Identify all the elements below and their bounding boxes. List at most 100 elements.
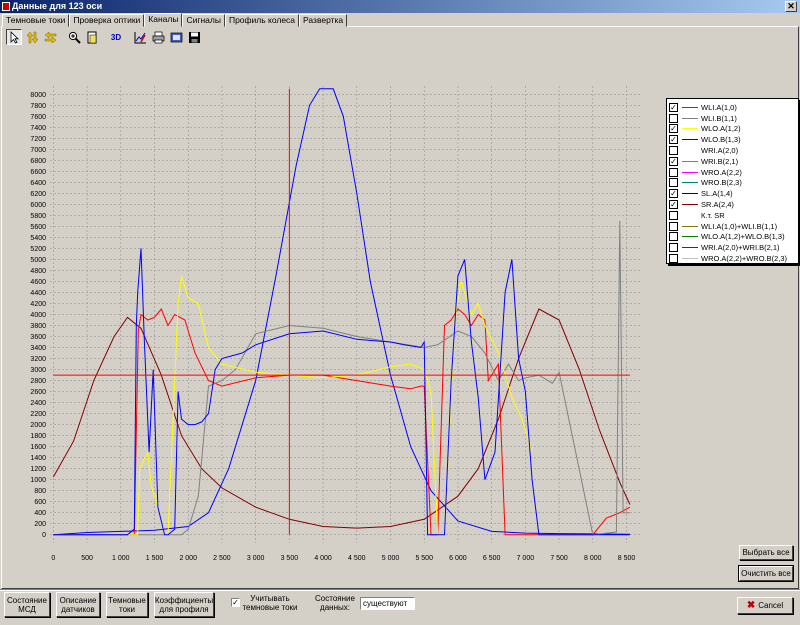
pointer-icon[interactable] [6,29,22,45]
legend-checkbox[interactable]: ✓ [669,200,678,210]
legend-item[interactable]: WRO.A(2,2)+WRO.B(2,3) [667,253,798,264]
app-icon [2,2,10,11]
legend-color-swatch [682,182,698,184]
profile-coefficients-button[interactable]: Коэффициенты для профиля [154,592,214,617]
chart-toolbar: 3D [6,29,202,47]
dark-currents-checkbox-label-2: темновые токи [242,603,298,612]
legend-item[interactable]: ✓ WLI.A(1,0) [667,102,798,113]
legend-label: WRO.B(2,3) [701,178,742,188]
window-close-button[interactable]: ✕ [785,1,797,12]
legend-item[interactable]: WLI.B(1,1) [667,113,798,124]
legend-color-swatch [682,171,698,173]
legend-color-swatch [682,214,698,216]
legend-item[interactable]: WLI.A(1,0)+WLI.B(1,1) [667,221,798,232]
legend-label: SR.A(2,4) [701,200,734,210]
legend-item[interactable]: WRO.A(2,2) [667,167,798,178]
legend-checkbox[interactable] [669,113,678,123]
bottom-separator [0,589,800,591]
msd-state-label-2: МСД [18,604,36,614]
legend-checkbox[interactable]: ✓ [669,156,678,166]
legend-label: WLO.B(1,3) [701,135,741,145]
legend-color-swatch [682,160,698,162]
legend-checkbox[interactable] [669,210,678,220]
dark-currents-button[interactable]: Темновые токи [106,592,148,617]
legend-label: WRI.B(2,1) [701,156,739,166]
tab-5[interactable]: Развертка [299,14,348,27]
dark-currents-checkbox[interactable]: ✓ [231,598,240,607]
tab-2[interactable]: Каналы [144,13,183,27]
legend-label: WRO.A(2,2) [701,167,742,177]
profile-coefficients-label-2: для профиля [159,604,209,614]
legend-color-swatch [682,236,698,238]
sensor-description-button[interactable]: Описание датчиков [56,592,100,617]
legend-item[interactable]: ✓ WRI.B(2,1) [667,156,798,167]
data-state-field[interactable]: существуют [360,597,415,610]
msd-state-button[interactable]: Состояние МСД [4,592,50,617]
legend-checkbox[interactable]: ✓ [669,124,678,134]
legend-item[interactable]: WLO.A(1,2)+WLO.B(1,3) [667,232,798,243]
legend-label: WLO.A(1,2) [701,124,741,134]
legend-checkbox[interactable] [669,243,678,253]
dark-currents-checkbox-label: Учитывать темновые токи [242,594,298,612]
legend-checkbox[interactable]: ✓ [669,189,678,199]
window-title-bar: Данные для 123 оси ✕ [0,0,800,13]
legend-color-swatch [682,117,698,119]
legend-label: WRI.A(2,0)+WRI.B(2,1) [701,243,780,253]
legend-item[interactable]: WRO.B(2,3) [667,178,798,189]
sensor-description-label-2: датчиков [61,604,95,614]
profile-coefficients-label-1: Коэффициенты [154,595,214,605]
data-state-label-1: Состояние [315,594,355,603]
window-title: Данные для 123 оси [12,1,103,11]
legend-item[interactable]: WRI.A(2,0) [667,145,798,156]
msd-state-label-1: Состояние [7,595,47,605]
legend-color-swatch [682,225,698,227]
legend-color-swatch [682,204,698,206]
legend-label: WLI.A(1,0)+WLI.B(1,1) [701,221,778,231]
legend-label: WLI.A(1,0) [701,102,737,112]
cancel-label: Cancel [758,601,784,610]
tab-3[interactable]: Сигналы [182,14,225,27]
legend-label: WLO.A(1,2)+WLO.B(1,3) [701,232,785,242]
sensor-description-label-1: Описание [59,595,97,605]
legend-label: К.т. SR [701,210,725,220]
swap-vertical-icon[interactable] [24,29,40,45]
save-icon[interactable] [186,29,202,45]
dark-currents-label-2: токи [119,604,135,614]
tab-strip: Темновые токи Проверка оптики Каналы Сигнал… [2,13,348,27]
clear-all-button[interactable]: Очистить все [738,565,794,582]
legend-item[interactable]: ✓ SR.A(2,4) [667,199,798,210]
legend-color-swatch [682,139,698,141]
legend-checkbox[interactable] [669,178,678,188]
legend-item[interactable]: ✓ SL.A(1,4) [667,188,798,199]
export-icon[interactable] [168,29,184,45]
3d-label: 3D [110,32,122,42]
tab-4[interactable]: Профиль колеса [224,14,300,27]
tab-0[interactable]: Темновые токи [2,14,70,27]
zoom-icon[interactable] [66,29,82,45]
select-all-button[interactable]: Выбрать все [739,545,793,560]
chart-settings-icon[interactable] [132,29,148,45]
legend-item[interactable]: К.т. SR [667,210,798,221]
legend-color-swatch [682,128,698,130]
legend-checkbox[interactable]: ✓ [669,102,678,112]
tab-1[interactable]: Проверка оптики [69,14,145,27]
legend-checkbox[interactable] [669,232,678,242]
swap-horizontal-icon[interactable] [42,29,58,45]
legend-color-swatch [682,106,698,108]
legend-label: WRI.A(2,0) [701,146,739,156]
cancel-icon: ✖ [746,600,756,611]
print-icon[interactable] [150,29,166,45]
cancel-button[interactable]: ✖ Cancel [737,597,793,614]
3d-icon[interactable]: 3D [108,29,124,45]
page-icon[interactable] [84,29,100,45]
legend-checkbox[interactable] [669,221,678,231]
legend-checkbox[interactable] [669,146,678,156]
legend-item[interactable]: ✓ WLO.A(1,2) [667,124,798,135]
legend-label: WRO.A(2,2)+WRO.B(2,3) [701,254,788,264]
legend-checkbox[interactable]: ✓ [669,135,678,145]
legend-checkbox[interactable] [669,254,678,264]
legend-item[interactable]: ✓ WLO.B(1,3) [667,134,798,145]
legend-checkbox[interactable] [669,167,678,177]
legend-item[interactable]: WRI.A(2,0)+WRI.B(2,1) [667,242,798,253]
legend-color-swatch [682,258,698,260]
